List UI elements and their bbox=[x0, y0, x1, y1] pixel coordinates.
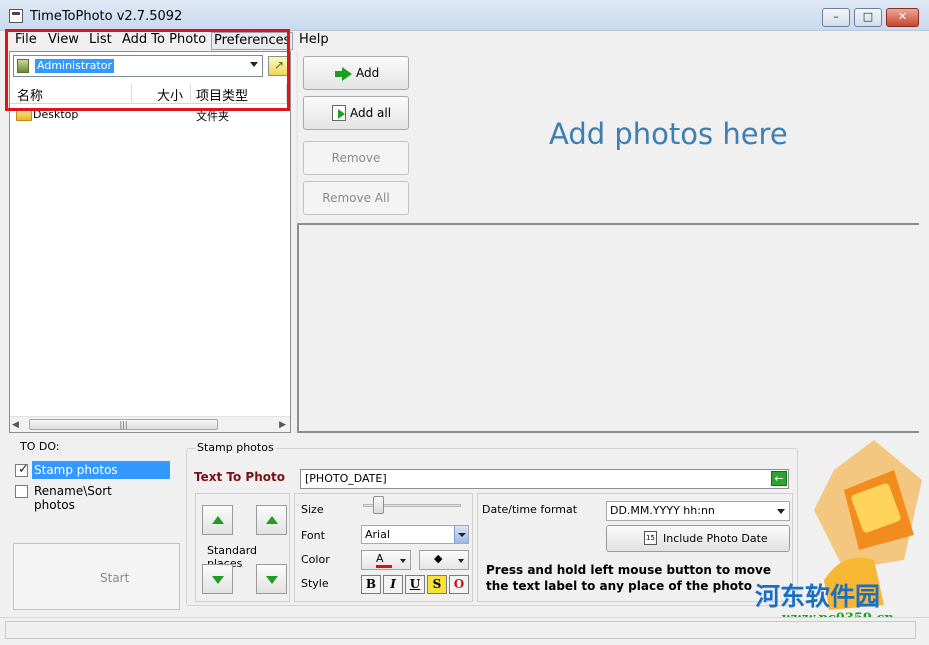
menu-help[interactable]: Help bbox=[297, 32, 331, 50]
stamp-photos-label: Stamp photos bbox=[32, 461, 170, 479]
shadow-button[interactable]: S bbox=[427, 575, 447, 594]
photo-drop-area[interactable] bbox=[297, 223, 919, 433]
font-select[interactable]: Arial bbox=[361, 525, 469, 544]
outline-button[interactable]: O bbox=[449, 575, 469, 594]
chevron-down-icon bbox=[400, 559, 406, 563]
text-to-photo-label: Text To Photo bbox=[194, 470, 285, 484]
window-title: TimeToPhoto v2.7.5092 bbox=[30, 9, 183, 24]
start-button-label: Start bbox=[100, 571, 130, 585]
drop-hint: Add photos here bbox=[549, 117, 788, 151]
italic-button[interactable]: I bbox=[383, 575, 403, 594]
bold-button[interactable]: B bbox=[361, 575, 381, 594]
stamp-text-input[interactable]: [PHOTO_DATE] bbox=[300, 469, 789, 489]
scroll-right-icon[interactable]: ▶ bbox=[279, 420, 286, 430]
horizontal-scrollbar[interactable]: ◀ ||| ▶ bbox=[10, 416, 290, 432]
arrow-up-icon bbox=[212, 516, 224, 524]
place-top-left-button[interactable] bbox=[202, 505, 233, 535]
apply-text-button[interactable]: ← bbox=[771, 471, 787, 486]
add-all-icon bbox=[332, 105, 346, 121]
underline-button[interactable]: U bbox=[405, 575, 425, 594]
stamp-group-label: Stamp photos bbox=[195, 441, 276, 454]
style-label: Style bbox=[301, 577, 329, 590]
chevron-down-icon bbox=[458, 559, 464, 563]
file-list: Desktop 文件夹 bbox=[10, 104, 290, 416]
format-box: Size Font Arial Color A ◆ Style B I U S … bbox=[294, 493, 473, 602]
scroll-left-icon[interactable]: ◀ bbox=[12, 420, 19, 430]
stamp-photos-group: Stamp photos Text To Photo [PHOTO_DATE] … bbox=[186, 441, 798, 606]
stamp-photos-checkbox[interactable]: ✓ bbox=[15, 462, 29, 477]
status-bar bbox=[0, 617, 929, 645]
include-photo-date-label: Include Photo Date bbox=[663, 532, 768, 545]
arrow-right-icon bbox=[335, 67, 352, 81]
datetime-format-value: DD.MM.YYYY hh:nn bbox=[610, 504, 715, 517]
arrow-up-icon bbox=[266, 516, 278, 524]
datetime-format-label: Date/time format bbox=[482, 503, 578, 516]
font-select-value: Arial bbox=[365, 528, 390, 541]
check-icon: ✓ bbox=[18, 462, 29, 477]
add-button-label: Add bbox=[356, 66, 380, 80]
maximize-button[interactable]: □ bbox=[854, 8, 882, 27]
include-photo-date-button[interactable]: 15 Include Photo Date bbox=[606, 525, 790, 552]
color-swatch bbox=[376, 565, 392, 568]
color-label: Color bbox=[301, 553, 330, 566]
rename-sort-checkbox[interactable] bbox=[15, 485, 28, 498]
add-button[interactable]: Add bbox=[303, 56, 409, 90]
place-bottom-right-button[interactable] bbox=[256, 564, 287, 594]
place-top-right-button[interactable] bbox=[256, 505, 287, 535]
datetime-box: Date/time format DD.MM.YYYY hh:nn 15 Inc… bbox=[477, 493, 793, 602]
add-all-button[interactable]: Add all bbox=[303, 96, 409, 130]
highlight-frame bbox=[5, 29, 290, 111]
standard-places-box: Standard places bbox=[195, 493, 290, 602]
chevron-down-icon[interactable] bbox=[777, 509, 785, 514]
arrow-down-icon bbox=[266, 576, 278, 584]
calendar-icon: 15 bbox=[644, 531, 657, 545]
remove-button[interactable]: Remove bbox=[303, 141, 409, 175]
place-bottom-left-button[interactable] bbox=[202, 564, 233, 594]
todo-group: TO DO: ✓ Stamp photos Rename\Sort photos bbox=[12, 440, 181, 540]
paint-bucket-icon: ◆ bbox=[434, 552, 443, 565]
arrow-down-icon bbox=[212, 576, 224, 584]
remove-all-button[interactable]: Remove All bbox=[303, 181, 409, 215]
minimize-button[interactable]: – bbox=[822, 8, 850, 27]
scrollbar-thumb[interactable]: ||| bbox=[29, 419, 218, 430]
start-button[interactable]: Start bbox=[13, 543, 180, 610]
text-color-button[interactable]: A bbox=[361, 550, 411, 570]
datetime-format-select[interactable]: DD.MM.YYYY hh:nn bbox=[606, 501, 790, 521]
help-text: Press and hold left mouse button to move… bbox=[486, 563, 771, 593]
font-label: Font bbox=[301, 529, 325, 542]
divider bbox=[296, 51, 298, 223]
fill-color-button[interactable]: ◆ bbox=[419, 550, 469, 570]
close-button[interactable]: ✕ bbox=[886, 8, 919, 27]
add-all-button-label: Add all bbox=[350, 106, 392, 120]
title-bar: TimeToPhoto v2.7.5092 – □ ✕ bbox=[0, 0, 929, 31]
app-icon bbox=[9, 9, 23, 23]
rename-sort-label: Rename\Sort photos bbox=[34, 484, 112, 512]
todo-label: TO DO: bbox=[20, 440, 60, 453]
size-slider-thumb[interactable] bbox=[373, 496, 384, 514]
text-color-icon: A bbox=[376, 552, 384, 565]
status-field bbox=[5, 621, 916, 639]
watermark-name: 河东软件园 bbox=[755, 582, 881, 611]
chevron-down-icon[interactable] bbox=[454, 526, 468, 543]
size-label: Size bbox=[301, 503, 324, 516]
